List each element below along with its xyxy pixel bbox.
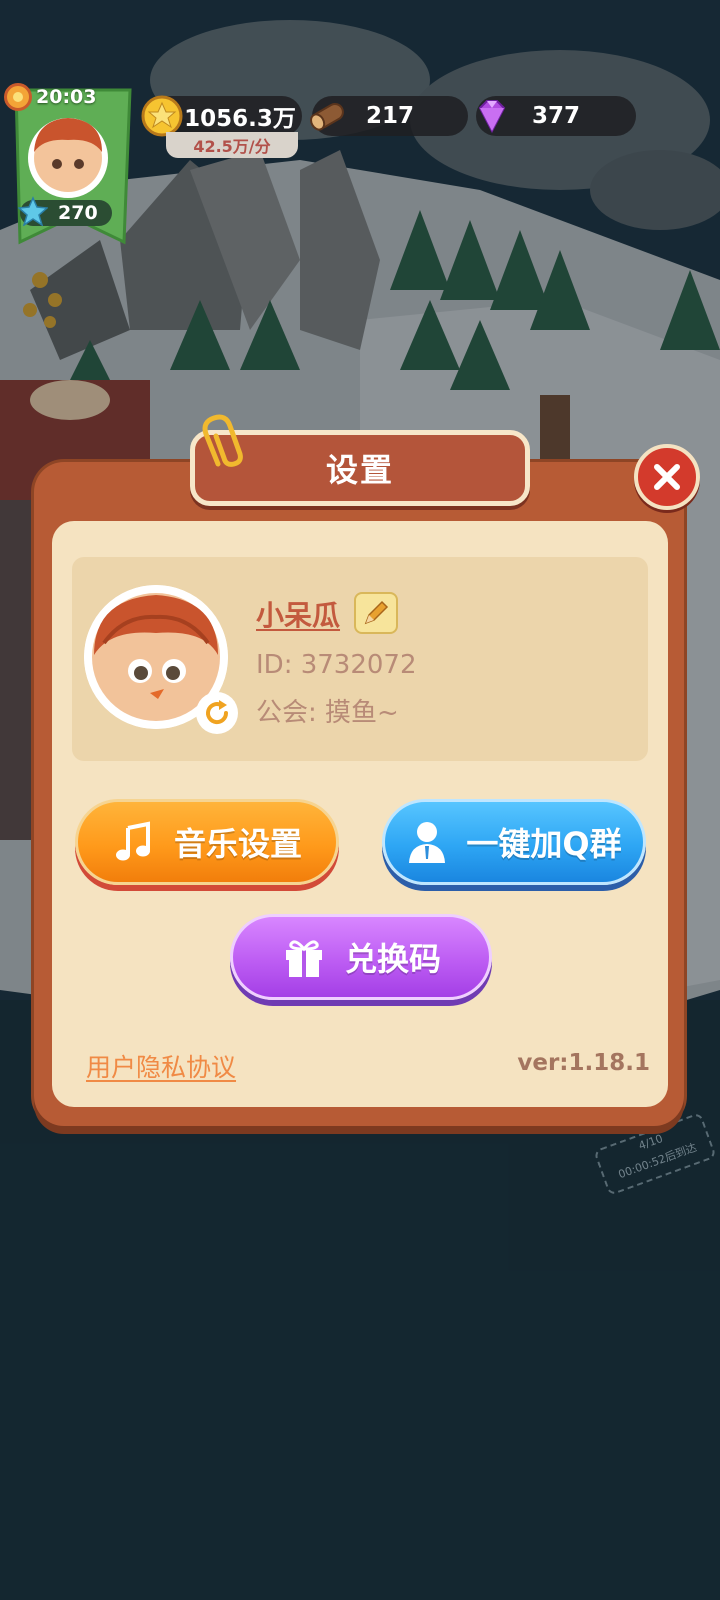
coin-income-rate: 42.5万/分 xyxy=(166,132,298,158)
redeem-code-button[interactable]: 兑换码 xyxy=(230,914,492,1000)
close-icon xyxy=(654,464,680,490)
privacy-policy-link[interactable]: 用户隐私协议 xyxy=(86,1048,236,1084)
join-qq-group-button[interactable]: 一键加Q群 xyxy=(382,799,646,885)
close-button[interactable] xyxy=(634,444,700,510)
user-icon xyxy=(409,822,446,863)
purple-gem-icon xyxy=(478,100,506,134)
wood-amount: 217 xyxy=(365,103,414,129)
join-qq-group-label: 一键加Q群 xyxy=(466,825,622,863)
redeem-code-label: 兑换码 xyxy=(344,940,441,978)
player-level-badge: 270 xyxy=(18,196,112,226)
daytime-sun-icon xyxy=(4,83,32,111)
gift-icon xyxy=(285,940,322,977)
player-level: 270 xyxy=(58,202,98,224)
refresh-icon xyxy=(206,700,229,725)
player-guild: 公会: 摸鱼~ xyxy=(256,698,399,728)
game-clock: 20:03 xyxy=(4,83,100,111)
app-version: ver:1.18.1 xyxy=(517,1050,650,1076)
music-settings-label: 音乐设置 xyxy=(173,825,302,863)
gem-counter[interactable]: 377 xyxy=(476,96,636,136)
wood-log-icon xyxy=(310,103,344,131)
pencil-icon xyxy=(364,600,389,625)
music-settings-button[interactable]: 音乐设置 xyxy=(75,799,339,885)
paperclip-icon xyxy=(202,414,243,467)
player-id: ID: 3732072 xyxy=(256,650,417,680)
gem-amount: 377 xyxy=(531,103,580,129)
star-icon xyxy=(18,196,48,226)
coin-counter[interactable]: 1056.3万 xyxy=(141,95,302,137)
coin-amount: 1056.3万 xyxy=(184,106,296,132)
wood-counter[interactable]: 217 xyxy=(310,96,468,136)
clock-time: 20:03 xyxy=(36,86,97,108)
change-avatar-button[interactable] xyxy=(196,692,238,734)
edit-nickname-button[interactable] xyxy=(354,592,398,634)
player-nickname[interactable]: 小呆瓜 xyxy=(256,594,340,634)
music-note-icon xyxy=(115,821,150,861)
